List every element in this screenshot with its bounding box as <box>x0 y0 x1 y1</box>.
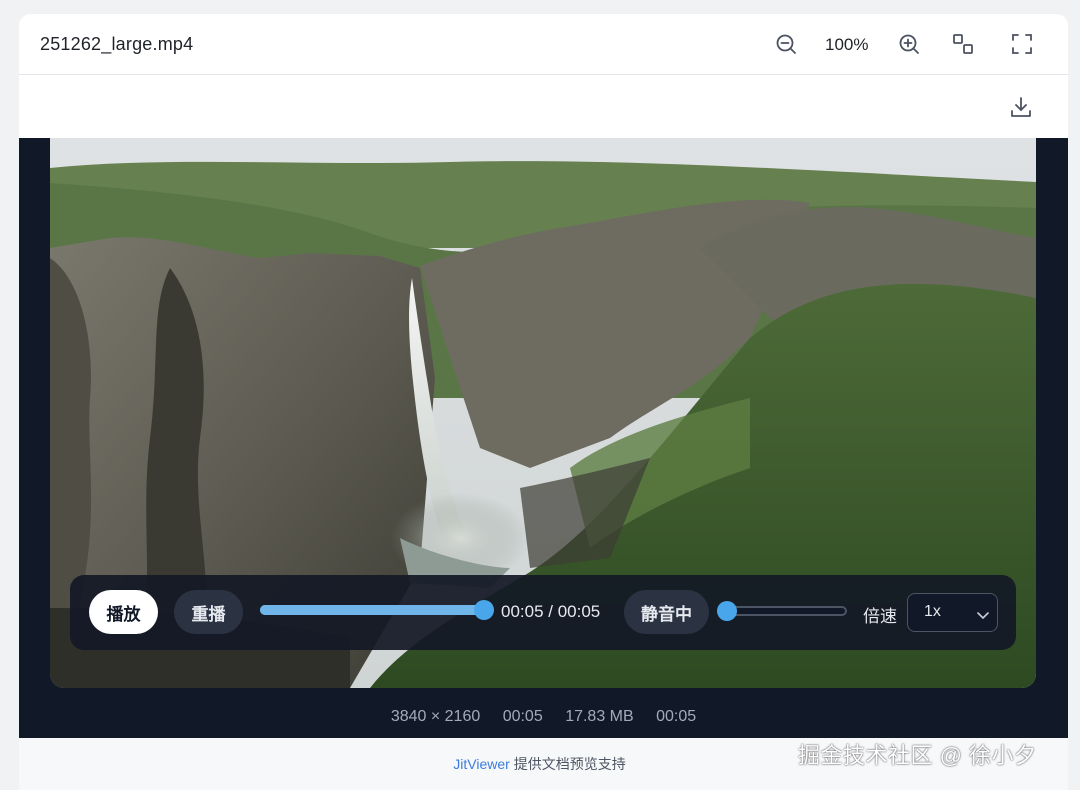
zoom-level: 100% <box>825 35 869 54</box>
fit-window-icon[interactable] <box>951 32 975 56</box>
title-bar: 251262_large.mp4 100% <box>19 14 1068 75</box>
progress-fill <box>260 605 484 615</box>
progress-handle[interactable] <box>474 600 494 620</box>
meta-resolution: 3840 × 2160 <box>390 708 481 725</box>
replay-button[interactable]: 重播 <box>174 590 243 634</box>
footer-brand-link[interactable]: JitViewer <box>453 756 510 772</box>
zoom-out-icon[interactable] <box>774 32 798 56</box>
footer-caption: 提供文档预览支持 <box>509 756 626 772</box>
volume-slider[interactable] <box>717 601 847 621</box>
secondary-toolbar <box>19 76 1068 138</box>
meta-current-time: 00:05 <box>656 708 697 725</box>
chevron-down-icon <box>977 607 989 625</box>
download-icon[interactable] <box>1009 95 1033 119</box>
meta-file-size: 17.83 MB <box>565 708 634 725</box>
video-meta: 3840 × 2160 00:05 17.83 MB 00:05 <box>19 708 1068 726</box>
file-preview-panel: 251262_large.mp4 100% 播放 重播 00:05 / 00:0… <box>19 14 1068 790</box>
speed-label: 倍速 <box>863 607 897 626</box>
player-controls: 播放 重播 00:05 / 00:05 静音中 倍速 1x <box>70 575 1016 650</box>
video-stage: 播放 重播 00:05 / 00:05 静音中 倍速 1x 3840 × 216… <box>19 138 1068 738</box>
meta-duration: 00:05 <box>502 708 543 725</box>
progress-slider[interactable] <box>260 600 494 620</box>
mute-toggle-button[interactable]: 静音中 <box>624 590 709 634</box>
fullscreen-icon[interactable] <box>1010 32 1034 56</box>
play-button[interactable]: 播放 <box>89 590 158 634</box>
watermark: 掘金技术社区 @ 徐小夕 <box>798 743 1037 768</box>
time-display: 00:05 / 00:05 <box>501 602 601 621</box>
zoom-in-icon[interactable] <box>897 32 921 56</box>
speed-value: 1x <box>924 603 941 620</box>
file-name: 251262_large.mp4 <box>40 34 194 54</box>
volume-handle[interactable] <box>717 601 737 621</box>
speed-select[interactable]: 1x <box>907 593 998 632</box>
